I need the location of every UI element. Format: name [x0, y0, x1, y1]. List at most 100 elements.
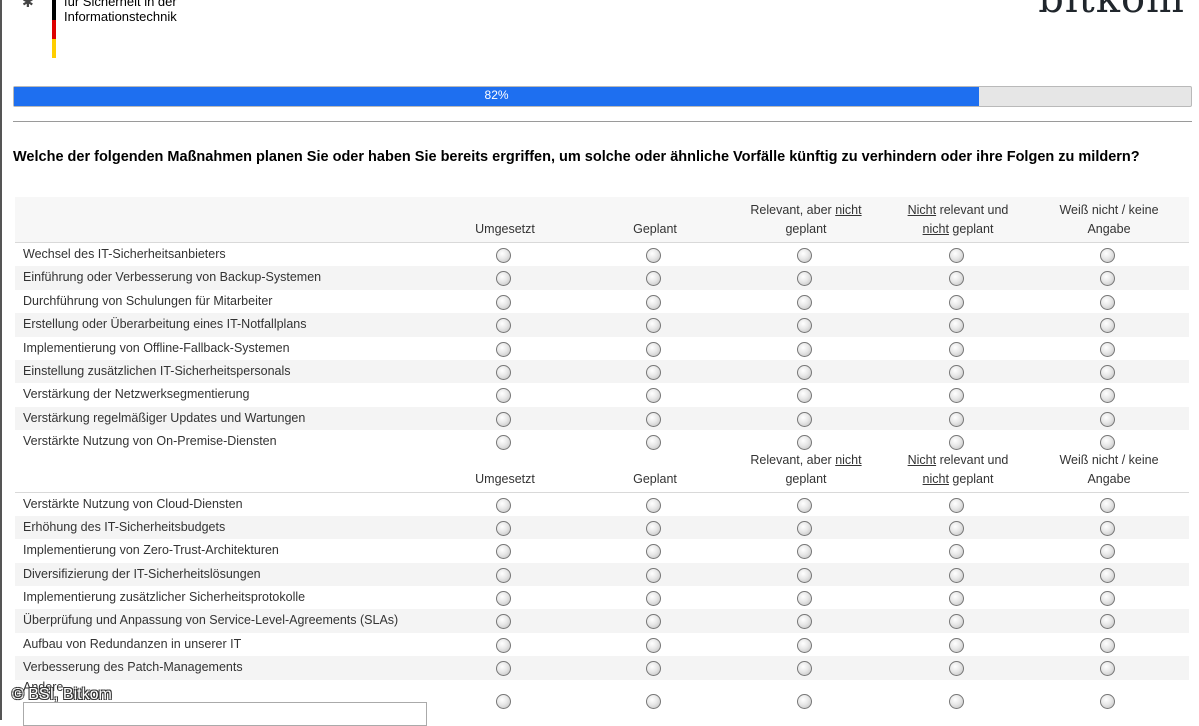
radio-relevant-nicht-geplant[interactable] — [797, 591, 812, 607]
matrix-row-label: Implementierung von Offline-Fallback-Sys… — [23, 340, 290, 355]
radio-other-weiss-nicht[interactable] — [1100, 693, 1115, 709]
radio-nicht-relevant[interactable] — [949, 341, 964, 357]
radio-geplant[interactable] — [646, 271, 661, 287]
radio-geplant[interactable] — [646, 248, 661, 263]
radio-nicht-relevant[interactable] — [949, 614, 964, 630]
radio-umgesetzt[interactable] — [496, 341, 511, 357]
window-left-border — [0, 0, 2, 720]
radio-weiss-nicht[interactable] — [1100, 661, 1115, 677]
radio-nicht-relevant[interactable] — [949, 637, 964, 653]
radio-geplant[interactable] — [646, 614, 661, 630]
bsi-name-line2: Informationstechnik — [64, 9, 177, 24]
radio-umgesetzt[interactable] — [496, 637, 511, 653]
radio-weiss-nicht[interactable] — [1100, 248, 1115, 263]
radio-umgesetzt[interactable] — [496, 520, 511, 536]
radio-weiss-nicht[interactable] — [1100, 591, 1115, 607]
radio-geplant[interactable] — [646, 544, 661, 560]
radio-relevant-nicht-geplant[interactable] — [797, 614, 812, 630]
radio-relevant-nicht-geplant[interactable] — [797, 637, 812, 653]
radio-geplant[interactable] — [646, 388, 661, 404]
radio-geplant[interactable] — [646, 567, 661, 583]
radio-umgesetzt[interactable] — [496, 567, 511, 583]
radio-umgesetzt[interactable] — [496, 497, 511, 513]
radio-geplant[interactable] — [646, 661, 661, 677]
radio-umgesetzt[interactable] — [496, 388, 511, 404]
matrix-row-label: Verbesserung des Patch-Managements — [23, 660, 243, 675]
radio-weiss-nicht[interactable] — [1100, 544, 1115, 560]
radio-weiss-nicht[interactable] — [1100, 364, 1115, 380]
radio-umgesetzt[interactable] — [496, 435, 511, 451]
radio-relevant-nicht-geplant[interactable] — [797, 364, 812, 380]
radio-relevant-nicht-geplant[interactable] — [797, 411, 812, 427]
radio-umgesetzt[interactable] — [496, 294, 511, 310]
radio-nicht-relevant[interactable] — [949, 294, 964, 310]
radio-umgesetzt[interactable] — [496, 364, 511, 380]
radio-geplant[interactable] — [646, 637, 661, 653]
radio-relevant-nicht-geplant[interactable] — [797, 248, 812, 263]
radio-nicht-relevant[interactable] — [949, 318, 964, 334]
radio-nicht-relevant[interactable] — [949, 388, 964, 404]
radio-relevant-nicht-geplant[interactable] — [797, 435, 812, 451]
radio-relevant-nicht-geplant[interactable] — [797, 318, 812, 334]
other-text-input[interactable] — [23, 701, 427, 726]
radio-umgesetzt[interactable] — [496, 271, 511, 287]
radio-umgesetzt[interactable] — [496, 318, 511, 334]
radio-umgesetzt[interactable] — [496, 411, 511, 427]
radio-nicht-relevant[interactable] — [949, 364, 964, 380]
radio-weiss-nicht[interactable] — [1100, 318, 1115, 334]
radio-nicht-relevant[interactable] — [949, 591, 964, 607]
radio-weiss-nicht[interactable] — [1100, 294, 1115, 310]
radio-nicht-relevant[interactable] — [949, 271, 964, 287]
radio-umgesetzt[interactable] — [496, 248, 511, 263]
radio-nicht-relevant[interactable] — [949, 411, 964, 427]
radio-relevant-nicht-geplant[interactable] — [797, 388, 812, 404]
radio-other-relevant-nicht-geplant[interactable] — [797, 693, 812, 709]
radio-nicht-relevant[interactable] — [949, 497, 964, 513]
radio-weiss-nicht[interactable] — [1100, 271, 1115, 287]
radio-relevant-nicht-geplant[interactable] — [797, 271, 812, 287]
radio-nicht-relevant[interactable] — [949, 435, 964, 451]
radio-relevant-nicht-geplant[interactable] — [797, 544, 812, 560]
radio-nicht-relevant[interactable] — [949, 520, 964, 536]
radio-other-umgesetzt[interactable] — [496, 693, 511, 709]
radio-weiss-nicht[interactable] — [1100, 388, 1115, 404]
radio-other-nicht-relevant[interactable] — [949, 693, 964, 709]
radio-weiss-nicht[interactable] — [1100, 567, 1115, 583]
radio-relevant-nicht-geplant[interactable] — [797, 341, 812, 357]
radio-nicht-relevant[interactable] — [949, 567, 964, 583]
radio-umgesetzt[interactable] — [496, 614, 511, 630]
radio-weiss-nicht[interactable] — [1100, 637, 1115, 653]
radio-weiss-nicht[interactable] — [1100, 614, 1115, 630]
radio-other-geplant[interactable] — [646, 693, 661, 709]
radio-geplant[interactable] — [646, 591, 661, 607]
radio-weiss-nicht[interactable] — [1100, 520, 1115, 536]
radio-geplant[interactable] — [646, 435, 661, 451]
radio-geplant[interactable] — [646, 497, 661, 513]
radio-geplant[interactable] — [646, 520, 661, 536]
matrix-row: Implementierung von Offline-Fallback-Sys… — [15, 337, 1189, 360]
radio-umgesetzt[interactable] — [496, 591, 511, 607]
radio-relevant-nicht-geplant[interactable] — [797, 567, 812, 583]
radio-weiss-nicht[interactable] — [1100, 411, 1115, 427]
radio-geplant[interactable] — [646, 364, 661, 380]
radio-nicht-relevant[interactable] — [949, 661, 964, 677]
radio-relevant-nicht-geplant[interactable] — [797, 661, 812, 677]
matrix-row: Erhöhung des IT-Sicherheitsbudgets — [15, 515, 1189, 540]
radio-weiss-nicht[interactable] — [1100, 435, 1115, 451]
col-header-weiss-nicht: Weiß nicht / keine Angabe — [1059, 203, 1159, 236]
radio-relevant-nicht-geplant[interactable] — [797, 497, 812, 513]
radio-geplant[interactable] — [646, 411, 661, 427]
radio-umgesetzt[interactable] — [496, 544, 511, 560]
radio-weiss-nicht[interactable] — [1100, 341, 1115, 357]
radio-geplant[interactable] — [646, 294, 661, 310]
radio-geplant[interactable] — [646, 341, 661, 357]
radio-relevant-nicht-geplant[interactable] — [797, 294, 812, 310]
radio-nicht-relevant[interactable] — [949, 544, 964, 560]
radio-weiss-nicht[interactable] — [1100, 497, 1115, 513]
radio-relevant-nicht-geplant[interactable] — [797, 520, 812, 536]
radio-geplant[interactable] — [646, 318, 661, 334]
col-header-umgesetzt: Umgesetzt — [475, 222, 535, 236]
bsi-logo: ✱ für Sicherheit in der Informationstech… — [20, 0, 220, 58]
radio-umgesetzt[interactable] — [496, 661, 511, 677]
radio-nicht-relevant[interactable] — [949, 248, 964, 263]
